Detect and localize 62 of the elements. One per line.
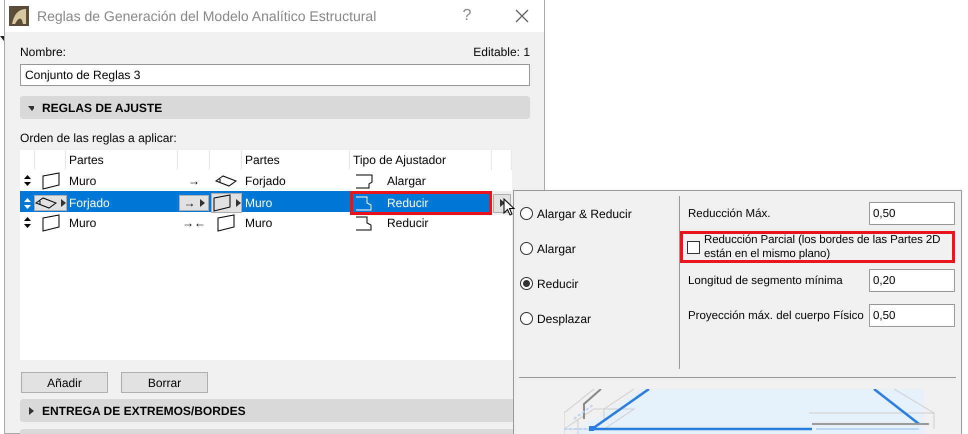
wall-icon xyxy=(216,214,236,232)
option-label: Reducir xyxy=(537,276,578,290)
help-button[interactable]: ? xyxy=(442,6,492,26)
caret-icon xyxy=(234,199,240,207)
input-field[interactable]: 0,20 xyxy=(869,269,955,292)
checkbox[interactable] xyxy=(687,240,700,254)
option-label: Alargar & Reducir xyxy=(537,206,632,220)
field-label: Reducción Máx. xyxy=(688,208,770,220)
wall-icon xyxy=(212,194,232,212)
sort-handle-icon[interactable] xyxy=(24,198,31,208)
radio-button[interactable] xyxy=(520,207,533,220)
table-cell: Alargar xyxy=(350,170,492,191)
radio-button[interactable] xyxy=(520,277,533,290)
order-label: Orden de las reglas a aplicar: xyxy=(20,131,178,145)
table-cell: Reducir xyxy=(350,191,492,215)
sort-handle-icon[interactable] xyxy=(24,175,31,186)
name-label: Nombre: xyxy=(20,45,66,59)
caret-icon xyxy=(198,199,204,207)
add-button[interactable]: Añadir xyxy=(21,372,108,393)
table-cell-text: Forjado xyxy=(68,195,111,212)
column-header: Partes xyxy=(69,153,104,167)
checkbox-label: Reducción Parcial (los bordes de las Partes 2D están en el mismo plano) xyxy=(704,233,942,261)
sort-handle-icon[interactable] xyxy=(24,217,31,228)
section-header[interactable]: REGLAS DE AJUSTE xyxy=(20,96,530,119)
table-row[interactable]: Muro → Forjado Alargar xyxy=(20,170,512,191)
part-picker-button[interactable] xyxy=(210,193,242,213)
app-logo-icon xyxy=(9,6,29,26)
window-title: Reglas de Generación del Modelo Analítico Estructural xyxy=(37,8,378,24)
table-cell-text: Muro xyxy=(68,214,98,232)
selected-row[interactable]: Forjado → Muro Reducir xyxy=(20,191,512,212)
caret-icon xyxy=(28,104,34,112)
extend-icon xyxy=(355,172,375,190)
field-label: Proyección máx. del cuerpo Físico xyxy=(688,310,864,322)
editable-count: Editable: 1 xyxy=(473,45,530,59)
direction-arrow: → xyxy=(188,174,200,188)
field-label: Longitud de segmento mínima xyxy=(688,274,843,286)
direction-button[interactable]: → xyxy=(179,195,209,211)
table-cell-text: Forjado xyxy=(244,172,287,190)
radio-button[interactable] xyxy=(520,242,533,255)
radio-button[interactable] xyxy=(520,312,533,325)
slab-icon xyxy=(215,174,237,188)
close-icon[interactable] xyxy=(515,9,529,23)
caret-icon xyxy=(60,199,66,207)
table-cell-text: Muro xyxy=(68,172,98,190)
wall-icon xyxy=(40,214,60,232)
slab-icon xyxy=(35,196,57,210)
table-cell: Reducir xyxy=(350,212,492,233)
option-label: Alargar xyxy=(537,242,576,256)
wall-icon xyxy=(40,172,60,190)
input-field[interactable]: 0,50 xyxy=(869,304,955,327)
input-field[interactable]: 0,50 xyxy=(869,202,955,225)
option-label: Desplazar xyxy=(537,312,592,326)
table-cell-text: Muro xyxy=(244,195,274,212)
caret-icon xyxy=(28,406,34,414)
part-picker-button[interactable] xyxy=(34,195,67,211)
table-row[interactable]: Muro →← Muro Reducir xyxy=(20,212,512,233)
direction-arrow: →← xyxy=(182,216,206,230)
column-header: Partes xyxy=(245,153,280,167)
table-cell-text: Muro xyxy=(244,214,274,232)
delete-button[interactable]: Borrar xyxy=(121,372,208,393)
name-field[interactable]: Conjunto de Reglas 3 xyxy=(20,64,530,86)
column-header: Tipo de Ajustador xyxy=(353,153,446,167)
